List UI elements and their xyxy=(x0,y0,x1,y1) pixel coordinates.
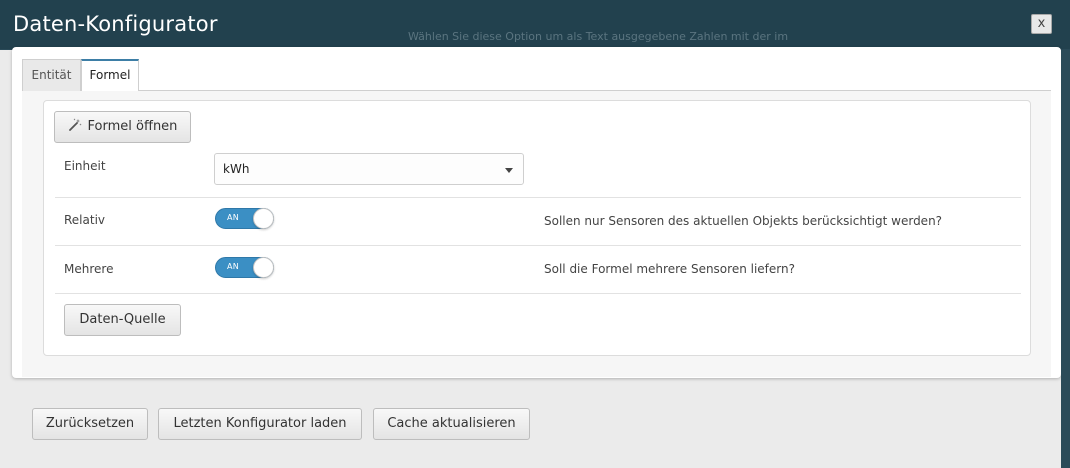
divider xyxy=(55,197,1021,198)
toggle-knob xyxy=(253,208,274,229)
relative-description: Sollen nur Sensoren des aktuellen Objekt… xyxy=(544,214,943,228)
open-formula-button[interactable]: Formel öffnen xyxy=(54,111,191,143)
load-last-configurator-button[interactable]: Letzten Konfigurator laden xyxy=(158,408,362,440)
toggle-knob xyxy=(253,257,274,278)
divider xyxy=(55,293,1021,294)
close-button[interactable]: x xyxy=(1031,14,1052,34)
unit-select-value: kWh xyxy=(223,162,250,176)
relative-toggle-text: AN xyxy=(227,213,240,222)
dialog-titlebar: Wählen Sie diese Option um als Text ausg… xyxy=(0,0,1070,50)
reset-button[interactable]: Zurücksetzen xyxy=(32,408,148,440)
relative-label: Relativ xyxy=(64,213,106,227)
open-formula-label: Formel öffnen xyxy=(87,119,178,134)
multiple-label: Mehrere xyxy=(64,262,114,276)
formula-fieldset xyxy=(43,100,1031,356)
multiple-toggle-text: AN xyxy=(227,262,240,271)
background-scroll-strip xyxy=(1061,50,1070,468)
data-configurator-dialog: Wählen Sie diese Option um als Text ausg… xyxy=(0,0,1070,468)
tab-formula[interactable]: Formel xyxy=(81,59,139,91)
refresh-cache-button[interactable]: Cache aktualisieren xyxy=(373,408,530,440)
background-hint-text: Wählen Sie diese Option um als Text ausg… xyxy=(408,30,789,43)
unit-select[interactable]: kWh xyxy=(214,153,524,185)
multiple-description: Soll die Formel mehrere Sensoren liefern… xyxy=(544,262,795,276)
unit-label: Einheit xyxy=(64,159,106,173)
divider xyxy=(55,245,1021,246)
magic-wand-icon xyxy=(68,118,81,131)
relative-toggle[interactable]: AN xyxy=(215,208,274,229)
multiple-toggle[interactable]: AN xyxy=(215,257,274,278)
data-source-button[interactable]: Daten-Quelle xyxy=(64,304,181,336)
tab-entity[interactable]: Entität xyxy=(22,59,81,91)
dialog-title: Daten-Konfigurator xyxy=(13,12,218,36)
chevron-down-icon xyxy=(505,168,513,173)
